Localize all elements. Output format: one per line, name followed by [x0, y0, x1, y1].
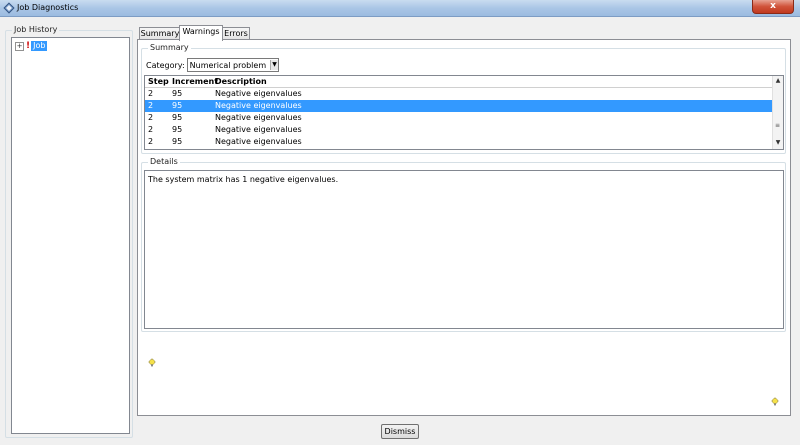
- cell-increment: 95: [172, 101, 183, 110]
- cell-description: Negative eigenvalues: [215, 125, 302, 134]
- scroll-up-icon[interactable]: ▲: [773, 76, 783, 86]
- app-icon: [3, 2, 15, 14]
- cell-step: 2: [148, 113, 154, 122]
- column-header-description[interactable]: Description: [215, 76, 267, 88]
- category-value: Numerical problem: [189, 60, 267, 70]
- dismiss-button-label: Dismiss: [384, 427, 416, 436]
- scroll-thumb[interactable]: ≡: [774, 122, 781, 130]
- warning-icon: !: [26, 40, 31, 51]
- details-text-area[interactable]: The system matrix has 1 negative eigenva…: [144, 170, 784, 329]
- table-row[interactable]: 2 95 Negative eigenvalues: [145, 124, 772, 136]
- tree-item-job[interactable]: + ! Job: [15, 40, 48, 51]
- tree-item-job-label[interactable]: Job: [31, 41, 48, 51]
- cell-increment: 95: [172, 89, 183, 98]
- cell-description: Negative eigenvalues: [215, 137, 302, 146]
- job-diagnostics-window: Job Diagnostics x Job History + ! Job Su…: [0, 0, 800, 445]
- cell-increment: 95: [172, 125, 183, 134]
- cell-increment: 95: [172, 113, 183, 122]
- warnings-table[interactable]: Step Increment Description 2 95 Negative…: [144, 75, 784, 150]
- category-select[interactable]: Numerical problem ▼: [186, 58, 280, 72]
- tab-errors-label: Errors: [224, 29, 248, 38]
- close-button[interactable]: x: [752, 0, 794, 14]
- summary-label: Summary: [148, 43, 191, 52]
- cell-step: 2: [148, 101, 154, 110]
- table-row[interactable]: 2 95 Negative eigenvalues: [145, 112, 772, 124]
- category-label: Category:: [146, 60, 185, 70]
- window-title: Job Diagnostics: [17, 3, 79, 12]
- job-history-label: Job History: [12, 25, 60, 34]
- title-bar[interactable]: Job Diagnostics x: [0, 0, 800, 17]
- table-row[interactable]: 2 95 Negative eigenvalues: [145, 88, 772, 100]
- category-row: Category: Numerical problem ▼: [146, 58, 280, 72]
- close-icon: x: [770, 1, 776, 11]
- job-history-tree[interactable]: + ! Job: [11, 37, 130, 434]
- lightbulb-icon[interactable]: [770, 397, 780, 407]
- lightbulb-icon[interactable]: [147, 358, 157, 368]
- cell-step: 2: [148, 89, 154, 98]
- cell-step: 2: [148, 137, 154, 146]
- tab-warnings[interactable]: Warnings: [179, 25, 223, 41]
- cell-description: Negative eigenvalues: [215, 101, 302, 110]
- table-row-selected[interactable]: 2 95 Negative eigenvalues: [145, 100, 772, 112]
- table-header: Step Increment Description: [145, 76, 772, 88]
- tab-warnings-label: Warnings: [182, 27, 220, 36]
- table-row[interactable]: 2 95 Negative eigenvalues: [145, 136, 772, 148]
- table-scrollbar[interactable]: ▲ ≡ ▼: [772, 76, 783, 149]
- cell-step: 2: [148, 125, 154, 134]
- cell-description: Negative eigenvalues: [215, 89, 302, 98]
- cell-description: Negative eigenvalues: [215, 113, 302, 122]
- cell-increment: 95: [172, 137, 183, 146]
- details-text: The system matrix has 1 negative eigenva…: [148, 175, 339, 184]
- tab-summary-label: Summary: [140, 29, 180, 38]
- scroll-down-icon[interactable]: ▼: [773, 138, 783, 148]
- details-label: Details: [148, 157, 180, 166]
- expand-icon[interactable]: +: [15, 41, 24, 51]
- dismiss-button[interactable]: Dismiss: [381, 424, 419, 439]
- column-header-increment[interactable]: Increment: [172, 76, 218, 88]
- column-header-step[interactable]: Step: [148, 76, 169, 88]
- chevron-down-icon[interactable]: ▼: [270, 60, 279, 70]
